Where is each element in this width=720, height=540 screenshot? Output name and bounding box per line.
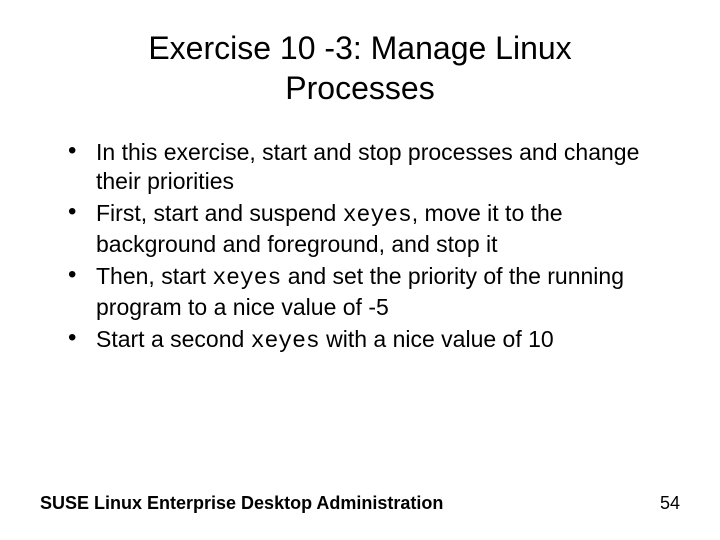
body-text: with a nice value of 10 (320, 326, 554, 352)
bullet-item: In this exercise, start and stop process… (68, 138, 680, 197)
page-number: 54 (660, 493, 680, 514)
slide-title: Exercise 10 -3: Manage Linux Processes (80, 28, 640, 108)
body-text: Start a second (96, 326, 251, 352)
code-text: xeyes (343, 202, 412, 228)
bullet-item: Start a second xeyes with a nice value o… (68, 325, 680, 356)
bullet-list: In this exercise, start and stop process… (40, 138, 680, 356)
slide-footer: SUSE Linux Enterprise Desktop Administra… (40, 493, 680, 514)
body-text: In this exercise, start and stop process… (96, 139, 639, 194)
slide: Exercise 10 -3: Manage Linux Processes I… (0, 0, 720, 540)
bullet-item: First, start and suspend xeyes, move it … (68, 199, 680, 260)
body-text: First, start and suspend (96, 200, 343, 226)
bullet-item: Then, start xeyes and set the priority o… (68, 262, 680, 323)
code-text: xeyes (212, 265, 281, 291)
body-text: Then, start (96, 263, 212, 289)
code-text: xeyes (251, 328, 320, 354)
footer-text: SUSE Linux Enterprise Desktop Administra… (40, 493, 443, 514)
